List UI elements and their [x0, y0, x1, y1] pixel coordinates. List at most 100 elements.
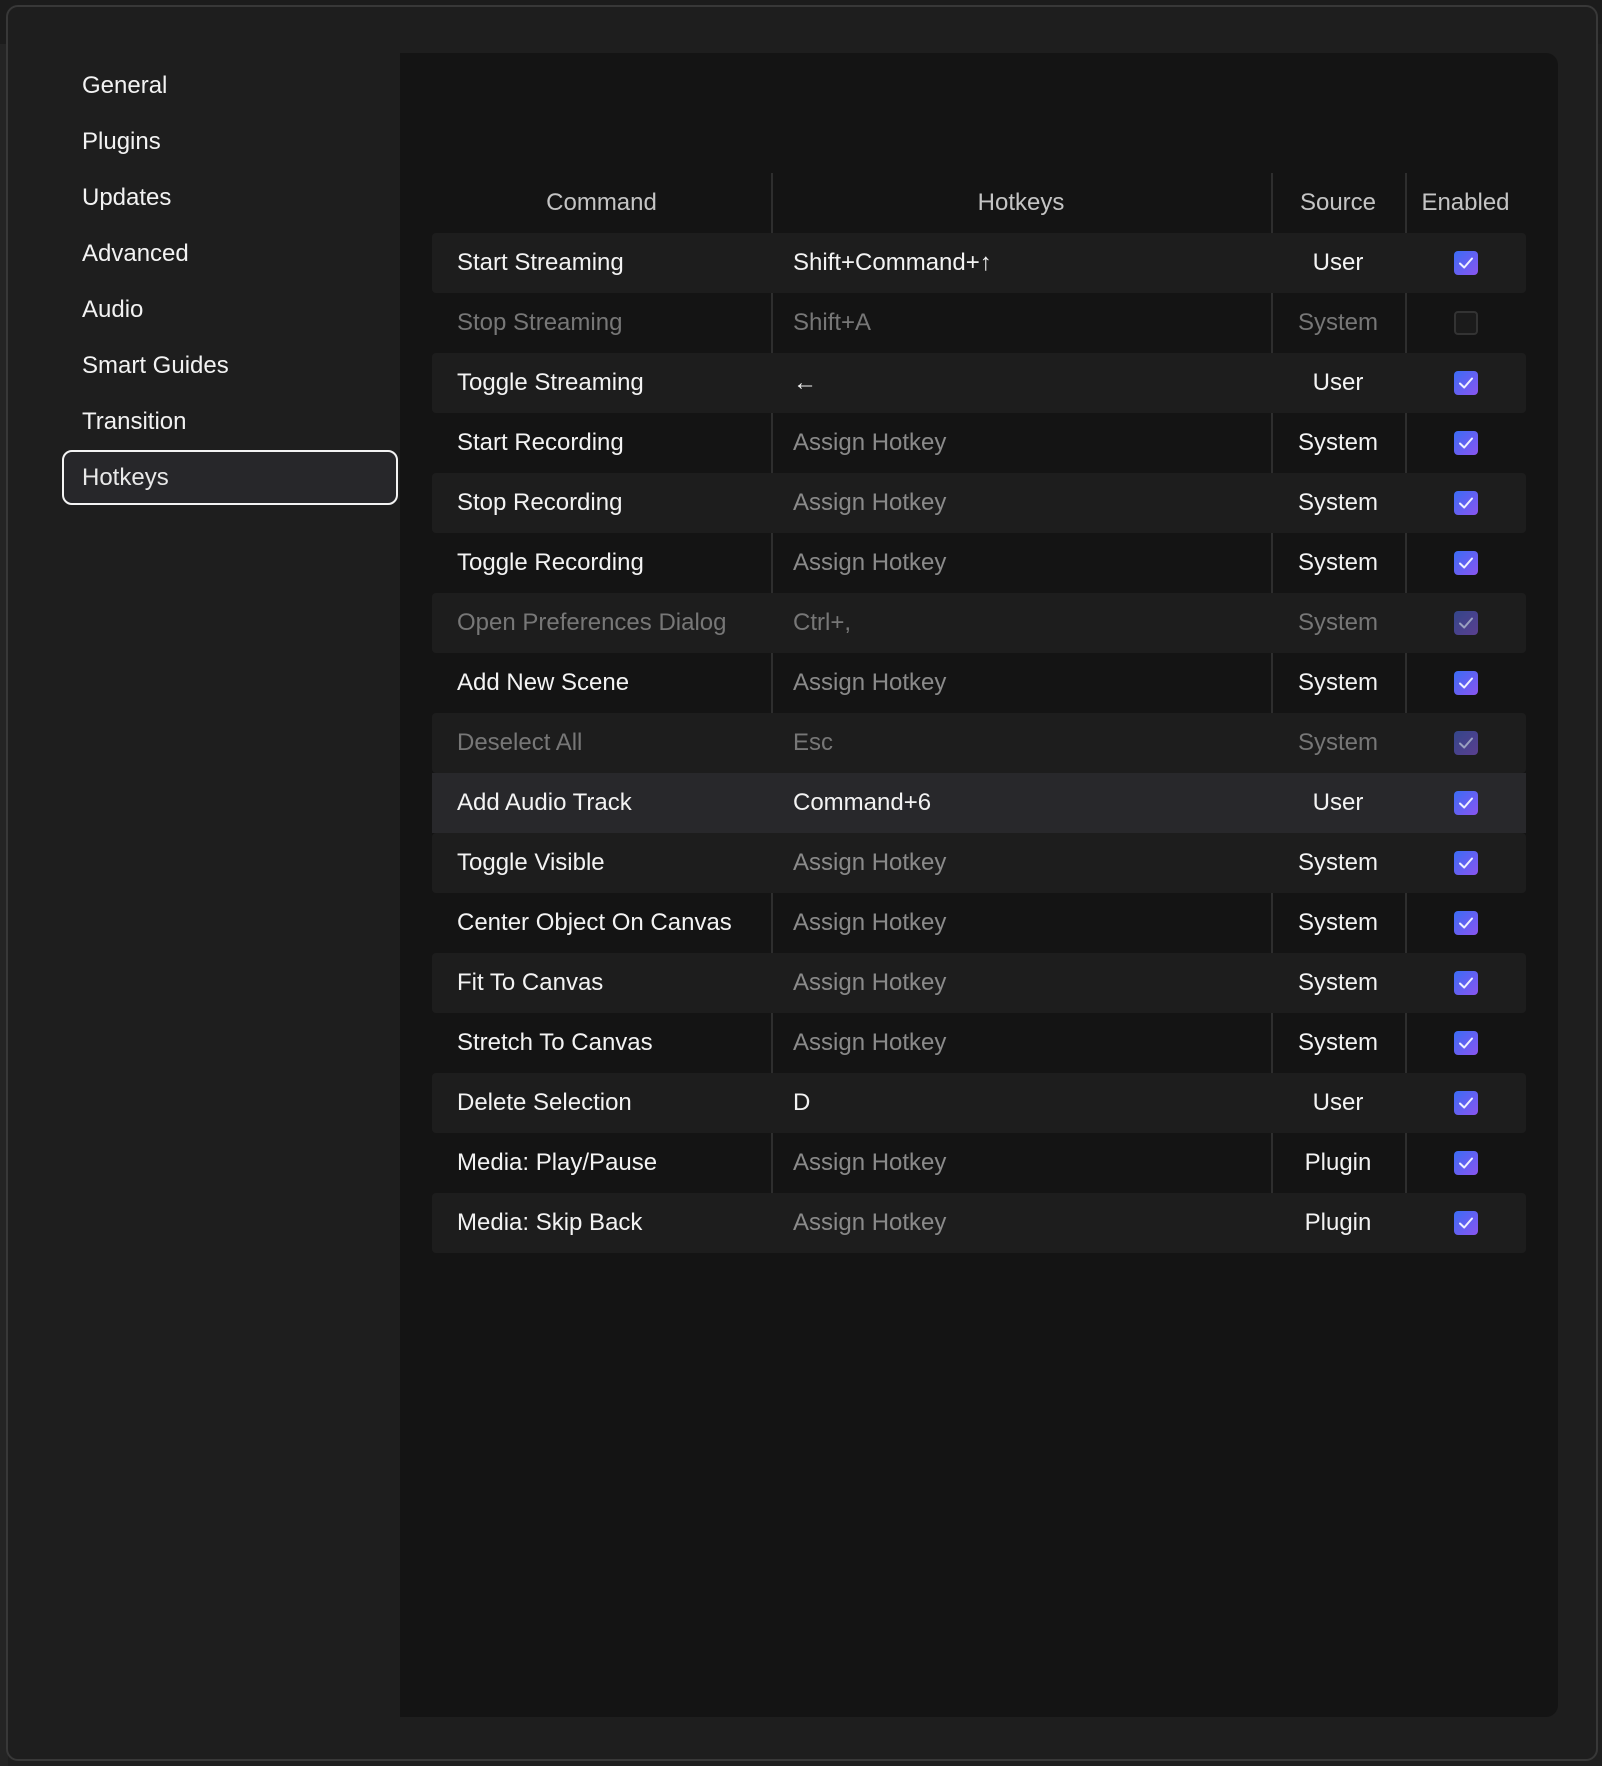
enabled-cell	[1405, 533, 1526, 593]
checkmark-icon	[1458, 977, 1473, 989]
sidebar-item-general[interactable]: General	[62, 58, 398, 114]
table-row[interactable]: Stop Recording Assign Hotkey System	[432, 473, 1526, 533]
table-row[interactable]: Toggle Streaming ← User	[432, 353, 1526, 413]
table-row[interactable]: Start Recording Assign Hotkey System	[432, 413, 1526, 473]
enabled-checkbox[interactable]	[1453, 1091, 1478, 1115]
table-row[interactable]: Media: Skip Back Assign Hotkey Plugin	[432, 1193, 1526, 1253]
source-label: Plugin	[1304, 1209, 1372, 1236]
enabled-checkbox[interactable]	[1453, 611, 1478, 635]
hotkey-field[interactable]: Assign Hotkey	[771, 473, 1271, 533]
enabled-cell	[1405, 1193, 1526, 1253]
checkmark-icon	[1458, 677, 1473, 689]
enabled-checkbox[interactable]	[1453, 791, 1478, 815]
hotkey-field[interactable]: Assign Hotkey	[771, 833, 1271, 893]
command-name: Toggle Streaming	[457, 369, 644, 396]
source-label: System	[1297, 489, 1378, 516]
enabled-checkbox[interactable]	[1453, 971, 1478, 995]
sidebar-item-label: General	[82, 72, 168, 99]
hotkey-field[interactable]: Assign Hotkey	[771, 413, 1271, 473]
source-label: Plugin	[1304, 1149, 1372, 1176]
source-label: System	[1297, 309, 1378, 336]
table-row[interactable]: Add New Scene Assign Hotkey System	[432, 653, 1526, 713]
table-row[interactable]: Deselect All Esc System	[432, 713, 1526, 773]
column-header-command[interactable]: Command	[432, 173, 771, 233]
enabled-checkbox[interactable]	[1453, 851, 1478, 875]
sidebar-item-advanced[interactable]: Advanced	[62, 226, 398, 282]
hotkeys-panel: Command Hotkeys Source Enabled Start Str…	[400, 53, 1558, 1717]
table-row[interactable]: Media: Play/Pause Assign Hotkey Plugin	[432, 1133, 1526, 1193]
preferences-sidebar: General Plugins Updates Advanced Audio S…	[62, 58, 398, 505]
checkmark-icon	[1458, 917, 1473, 929]
enabled-checkbox[interactable]	[1453, 491, 1478, 515]
checkmark-icon	[1458, 557, 1473, 569]
enabled-checkbox[interactable]	[1453, 1151, 1478, 1175]
sidebar-item-label: Updates	[82, 184, 172, 211]
source-label: System	[1297, 669, 1378, 696]
hotkeys-table: Command Hotkeys Source Enabled Start Str…	[432, 173, 1526, 1253]
enabled-checkbox[interactable]	[1453, 251, 1478, 275]
hotkey-field[interactable]: Assign Hotkey	[771, 1193, 1271, 1253]
table-row[interactable]: Center Object On Canvas Assign Hotkey Sy…	[432, 893, 1526, 953]
table-row[interactable]: Stretch To Canvas Assign Hotkey System	[432, 1013, 1526, 1073]
hotkey-field[interactable]: Shift+A	[771, 293, 1271, 353]
hotkey-field[interactable]: Assign Hotkey	[771, 653, 1271, 713]
table-row[interactable]: Toggle Recording Assign Hotkey System	[432, 533, 1526, 593]
enabled-checkbox[interactable]	[1453, 1031, 1478, 1055]
table-row[interactable]: Fit To Canvas Assign Hotkey System	[432, 953, 1526, 1013]
enabled-checkbox[interactable]	[1453, 1211, 1478, 1235]
sidebar-item-updates[interactable]: Updates	[62, 170, 398, 226]
hotkey-field[interactable]: ←	[771, 353, 1271, 413]
command-name: Open Preferences Dialog	[457, 609, 727, 636]
table-row[interactable]: Delete Selection D User	[432, 1073, 1526, 1133]
checkmark-icon	[1458, 377, 1473, 389]
table-row[interactable]: Add Audio Track Command+6 User	[432, 773, 1526, 833]
checkmark-icon	[1458, 617, 1473, 629]
sidebar-item-transition[interactable]: Transition	[62, 394, 398, 450]
command-name: Add New Scene	[457, 669, 630, 696]
hotkey-field[interactable]: D	[771, 1073, 1271, 1133]
hotkey-field[interactable]: Assign Hotkey	[771, 1133, 1271, 1193]
sidebar-item-audio[interactable]: Audio	[62, 282, 398, 338]
command-name: Toggle Visible	[457, 849, 605, 876]
source-label: User	[1312, 249, 1364, 276]
table-row[interactable]: Start Streaming Shift+Command+↑ User	[432, 233, 1526, 293]
table-row[interactable]: Open Preferences Dialog Ctrl+, System	[432, 593, 1526, 653]
enabled-cell	[1405, 1133, 1526, 1193]
checkmark-icon	[1458, 737, 1473, 749]
hotkey-field[interactable]: Command+6	[771, 773, 1271, 833]
column-header-source[interactable]: Source	[1271, 173, 1405, 233]
enabled-checkbox[interactable]	[1453, 371, 1478, 395]
hotkey-field[interactable]: Esc	[771, 713, 1271, 773]
table-row[interactable]: Stop Streaming Shift+A System	[432, 293, 1526, 353]
hotkey-field[interactable]: Ctrl+,	[771, 593, 1271, 653]
command-name: Stretch To Canvas	[457, 1029, 653, 1056]
source-label: System	[1297, 849, 1378, 876]
enabled-checkbox[interactable]	[1453, 551, 1478, 575]
command-name: Center Object On Canvas	[457, 909, 732, 936]
sidebar-item-plugins[interactable]: Plugins	[62, 114, 398, 170]
enabled-cell	[1405, 1073, 1526, 1133]
hotkey-field[interactable]: Assign Hotkey	[771, 533, 1271, 593]
hotkey-field[interactable]: Assign Hotkey	[771, 1013, 1271, 1073]
column-header-hotkeys[interactable]: Hotkeys	[771, 173, 1271, 233]
command-name: Stop Recording	[457, 489, 623, 516]
command-name: Media: Play/Pause	[457, 1149, 658, 1176]
enabled-checkbox[interactable]	[1453, 431, 1478, 455]
command-name: Add Audio Track	[457, 789, 632, 816]
enabled-cell	[1405, 893, 1526, 953]
enabled-checkbox[interactable]	[1453, 311, 1478, 335]
enabled-checkbox[interactable]	[1453, 911, 1478, 935]
enabled-checkbox[interactable]	[1453, 731, 1478, 755]
command-name: Deselect All	[457, 729, 583, 756]
table-row[interactable]: Toggle Visible Assign Hotkey System	[432, 833, 1526, 893]
enabled-cell	[1405, 713, 1526, 773]
sidebar-item-smart-guides[interactable]: Smart Guides	[62, 338, 398, 394]
hotkey-field[interactable]: Shift+Command+↑	[771, 233, 1271, 293]
table-header-row: Command Hotkeys Source Enabled	[432, 173, 1526, 233]
column-header-enabled[interactable]: Enabled	[1405, 173, 1526, 233]
sidebar-item-hotkeys[interactable]: Hotkeys	[62, 450, 398, 505]
hotkey-field[interactable]: Assign Hotkey	[771, 953, 1271, 1013]
sidebar-item-label: Plugins	[82, 128, 161, 155]
enabled-checkbox[interactable]	[1453, 671, 1478, 695]
hotkey-field[interactable]: Assign Hotkey	[771, 893, 1271, 953]
